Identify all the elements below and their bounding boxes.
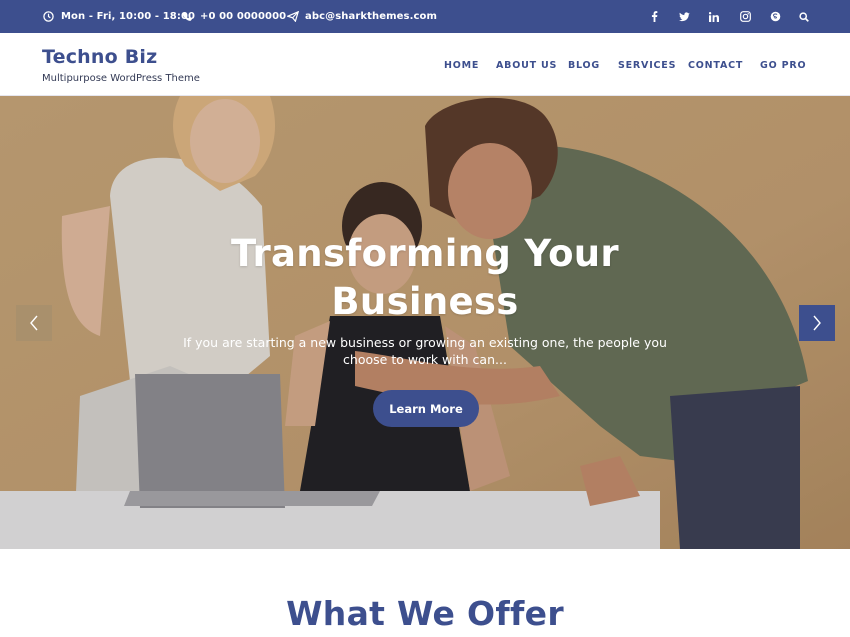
search-icon[interactable]	[797, 0, 811, 33]
nav-item-about-us[interactable]: ABOUT US	[496, 60, 557, 71]
chevron-left-icon	[30, 315, 38, 331]
business-hours: Mon - Fri, 10:00 - 18:00	[42, 0, 195, 33]
site-tagline: Multipurpose WordPress Theme	[42, 73, 200, 84]
email-text: abc@sharkthemes.com	[305, 11, 437, 22]
site-header: Techno Biz Multipurpose WordPress Theme …	[0, 33, 850, 96]
business-hours-text: Mon - Fri, 10:00 - 18:00	[61, 11, 196, 22]
slider-next-button[interactable]	[799, 305, 835, 341]
hero-slider: Transforming Your Business If you are st…	[0, 96, 850, 549]
phone-icon	[181, 10, 194, 23]
top-bar: Mon - Fri, 10:00 - 18:00 +0 00 0000000 a…	[0, 0, 850, 33]
hero-title: Transforming Your Business	[0, 230, 850, 326]
facebook-icon[interactable]	[647, 0, 661, 33]
nav-item-contact[interactable]: CONTACT	[688, 60, 743, 71]
instagram-icon[interactable]	[738, 0, 752, 33]
slider-prev-button[interactable]	[16, 305, 52, 341]
phone-number[interactable]: +0 00 0000000	[181, 0, 286, 33]
nav-item-blog[interactable]: BLOG	[568, 60, 600, 71]
hero-subtitle-line-2: choose to work with can...	[343, 352, 507, 367]
hero-title-line-1: Transforming Your	[231, 232, 619, 275]
phone-number-text: +0 00 0000000	[200, 11, 287, 22]
hero-subtitle: If you are starting a new business or gr…	[0, 334, 850, 368]
send-icon	[286, 10, 299, 23]
nav-item-go-pro[interactable]: GO PRO	[760, 60, 806, 71]
hero-subtitle-line-1: If you are starting a new business or gr…	[183, 335, 667, 350]
email-link[interactable]: abc@sharkthemes.com	[286, 0, 437, 33]
skype-icon[interactable]	[768, 0, 782, 33]
clock-icon	[42, 10, 55, 23]
learn-more-button[interactable]: Learn More	[373, 390, 479, 427]
twitter-icon[interactable]	[677, 0, 691, 33]
site-title[interactable]: Techno Biz	[42, 46, 157, 68]
section-title: What We Offer	[286, 594, 564, 633]
nav-item-services[interactable]: SERVICES	[618, 60, 676, 71]
hero-title-line-2: Business	[331, 280, 519, 323]
nav-item-home[interactable]: HOME	[444, 60, 479, 71]
linkedin-icon[interactable]	[707, 0, 721, 33]
chevron-right-icon	[813, 315, 821, 331]
